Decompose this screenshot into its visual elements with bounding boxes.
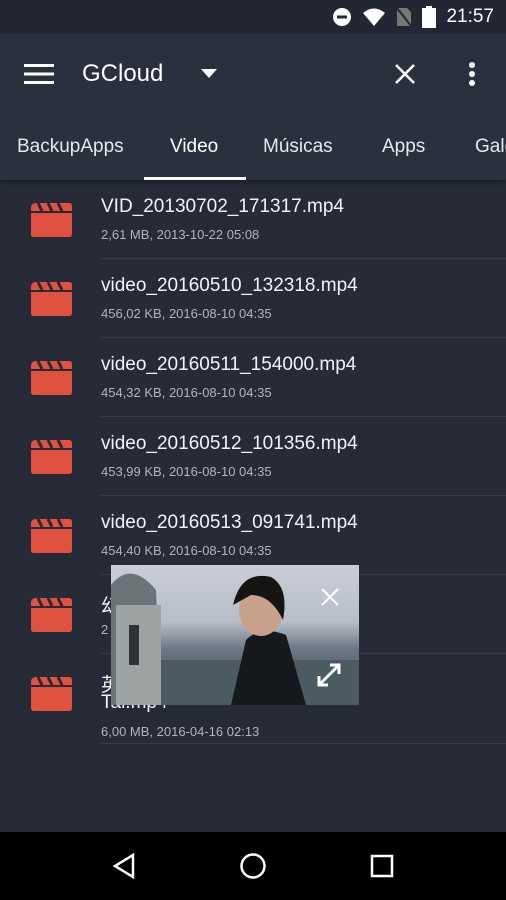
menu-icon[interactable] (24, 63, 54, 85)
file-name: video_20160513_091741.mp4 (101, 512, 358, 533)
file-meta: 454,40 KB, 2016-08-10 04:35 (101, 543, 272, 558)
file-name: video_20160511_154000.mp4 (101, 354, 357, 375)
dropdown-arrow-icon[interactable] (201, 69, 218, 79)
file-item[interactable]: video_20160511_154000.mp4 454,32 KB, 201… (0, 338, 506, 417)
file-meta: 453,99 KB, 2016-08-10 04:35 (101, 464, 272, 479)
home-icon[interactable] (239, 852, 267, 880)
app-title[interactable]: GCloud (82, 60, 163, 88)
tab-video[interactable]: Video (170, 136, 218, 158)
expand-icon[interactable] (316, 662, 342, 688)
back-icon[interactable] (112, 853, 136, 879)
file-meta: 456,02 KB, 2016-08-10 04:35 (101, 306, 272, 321)
file-item[interactable]: video_20160513_091741.mp4 454,40 KB, 201… (0, 496, 506, 575)
file-name: video_20160512_101356.mp4 (101, 433, 358, 454)
video-file-icon (31, 439, 72, 474)
file-item[interactable]: video_20160512_101356.mp4 453,99 KB, 201… (0, 417, 506, 496)
file-name: VID_20130702_171317.mp4 (101, 196, 344, 217)
video-file-icon (31, 202, 72, 237)
more-vert-icon[interactable] (468, 61, 476, 87)
toolbar: GCloud (0, 34, 506, 114)
divider (101, 743, 506, 744)
file-item[interactable]: video_20160510_132318.mp4 456,02 KB, 201… (0, 259, 506, 338)
video-file-icon (31, 676, 72, 711)
battery-icon (422, 6, 437, 28)
tab-apps[interactable]: Apps (382, 136, 425, 158)
file-item[interactable]: VID_20130702_171317.mp4 2,61 MB, 2013-10… (0, 180, 506, 259)
tab-musicas[interactable]: Músicas (263, 136, 333, 158)
file-meta: 2 (101, 622, 109, 637)
video-file-icon (31, 597, 72, 632)
recents-icon[interactable] (370, 854, 394, 878)
status-bar: 21:57 (0, 0, 506, 34)
do-not-disturb-icon (333, 8, 352, 26)
tab-backupapps[interactable]: BackupApps (17, 136, 124, 158)
navigation-bar (0, 832, 506, 900)
file-name: video_20160510_132318.mp4 (101, 275, 358, 296)
video-file-icon (31, 281, 72, 316)
no-sim-icon (396, 7, 413, 27)
video-file-icon (31, 360, 72, 395)
tab-bar: BackupApps Video Músicas Apps Gale (0, 114, 506, 180)
video-file-icon (31, 518, 72, 553)
file-meta: 6,00 MB, 2016-04-16 02:13 (101, 724, 260, 739)
file-meta: 2,61 MB, 2013-10-22 05:08 (101, 227, 260, 242)
close-icon[interactable] (394, 63, 416, 85)
clock: 21:57 (446, 6, 494, 27)
video-pip-player[interactable] (111, 565, 359, 705)
tab-galeria[interactable]: Gale (475, 136, 506, 158)
wifi-icon (363, 8, 386, 26)
file-meta: 454,32 KB, 2016-08-10 04:35 (101, 385, 272, 400)
close-icon[interactable] (320, 587, 340, 607)
